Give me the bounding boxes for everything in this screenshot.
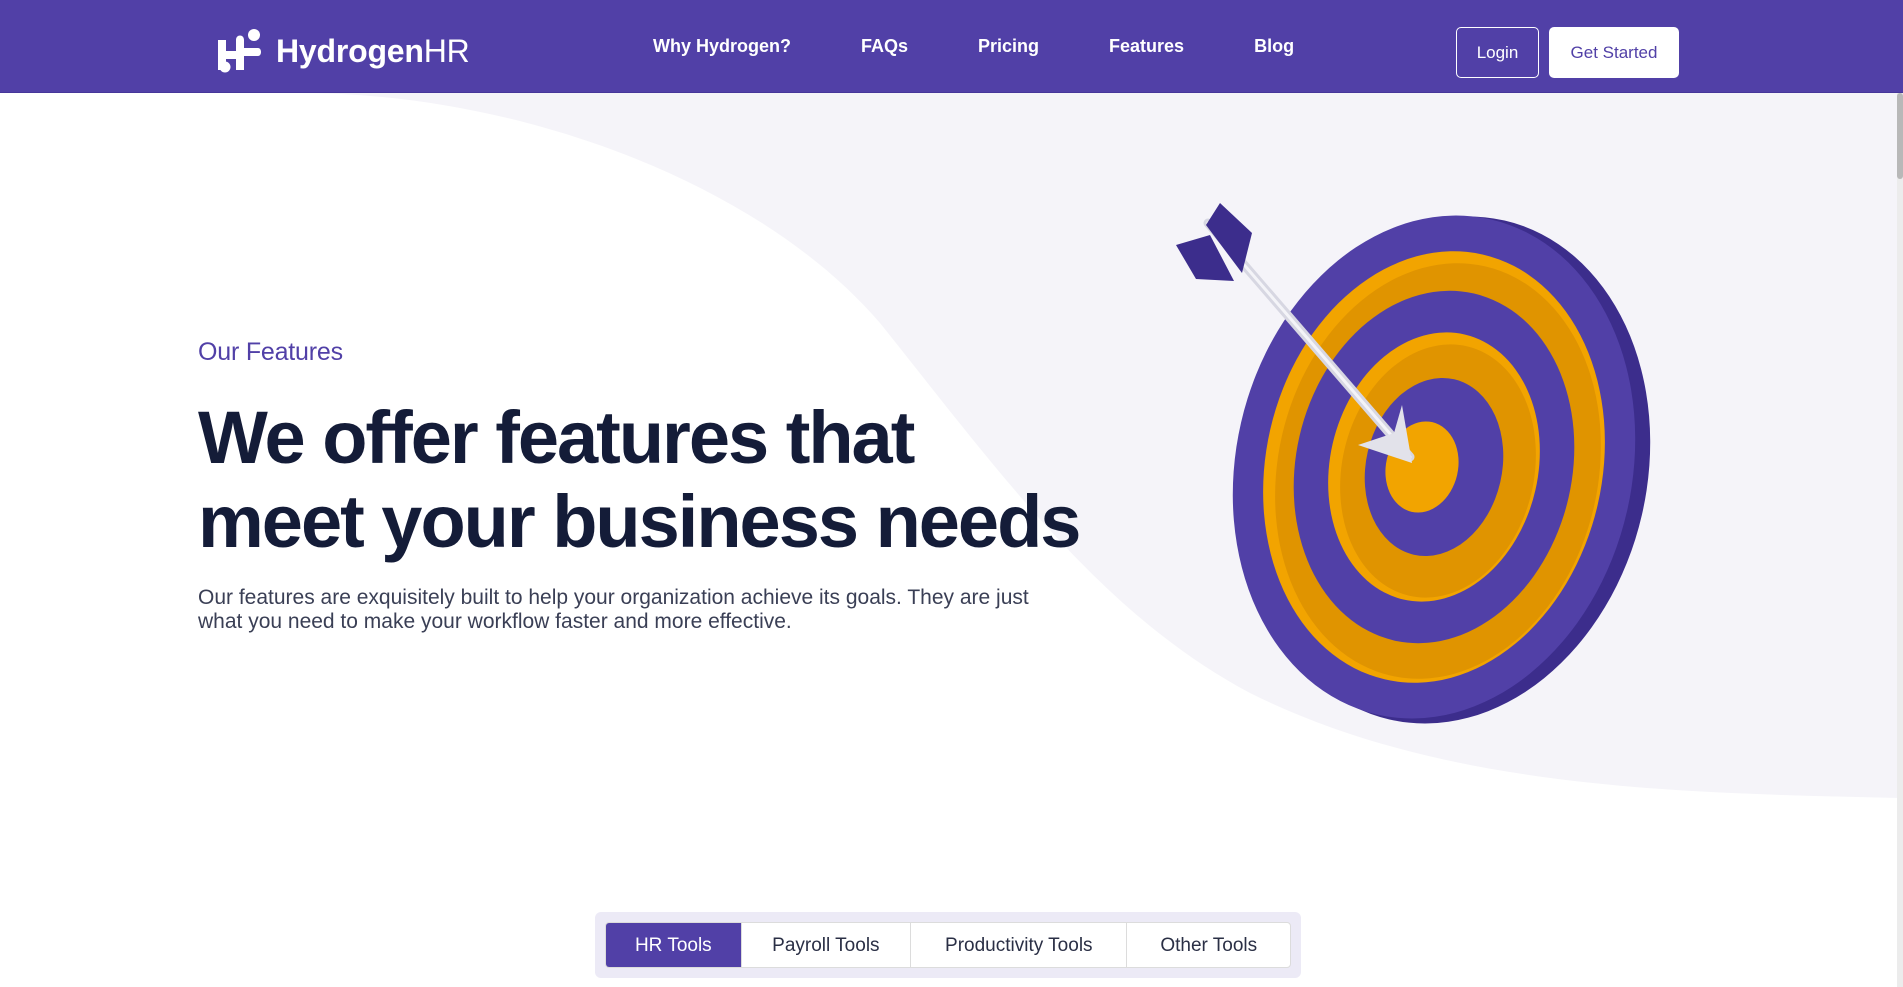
nav-link-faqs[interactable]: FAQs — [861, 36, 908, 57]
hero-section: Our Features We offer features that meet… — [198, 338, 1098, 634]
tab-productivity-tools[interactable]: Productivity Tools — [911, 923, 1128, 967]
section-eyebrow: Our Features — [198, 338, 343, 366]
hero-description: Our features are exquisitely built to he… — [198, 586, 1078, 634]
tab-payroll-tools[interactable]: Payroll Tools — [742, 923, 912, 967]
get-started-button[interactable]: Get Started — [1549, 27, 1679, 78]
brand-name-light: HR — [423, 32, 470, 69]
brand-name-bold: Hydrogen — [276, 32, 424, 69]
hero-description-line-1: Our features are exquisitely built to he… — [198, 586, 1029, 609]
nav-link-features[interactable]: Features — [1109, 36, 1184, 57]
feature-category-tabs: HR Tools Payroll Tools Productivity Tool… — [595, 912, 1301, 978]
brand-logo[interactable]: HydrogenHR — [214, 26, 470, 76]
hero-headline-line-1: We offer features that — [198, 396, 915, 479]
hero-headline-line-2: meet your business needs — [198, 480, 1081, 563]
main-nav: Why Hydrogen? FAQs Pricing Features Blog — [653, 0, 1294, 93]
hero-headline: We offer features that meet your busines… — [198, 396, 1098, 564]
hydrogenhr-logo-icon — [218, 29, 261, 73]
tabs-inner: HR Tools Payroll Tools Productivity Tool… — [605, 922, 1291, 968]
nav-link-why-hydrogen[interactable]: Why Hydrogen? — [653, 36, 791, 57]
nav-link-blog[interactable]: Blog — [1254, 36, 1294, 57]
tab-hr-tools[interactable]: HR Tools — [606, 923, 742, 967]
login-button[interactable]: Login — [1456, 27, 1539, 78]
target-arrow-illustration — [1176, 203, 1651, 724]
hero-description-line-2: what you need to make your workflow fast… — [198, 610, 792, 633]
page-scrollbar-track[interactable] — [1897, 93, 1903, 987]
nav-link-pricing[interactable]: Pricing — [978, 36, 1039, 57]
brand-name: HydrogenHR — [276, 33, 470, 70]
tab-other-tools[interactable]: Other Tools — [1127, 923, 1290, 967]
top-navbar: HydrogenHR Why Hydrogen? FAQs Pricing Fe… — [0, 0, 1903, 93]
page-scrollbar-thumb[interactable] — [1897, 93, 1903, 179]
